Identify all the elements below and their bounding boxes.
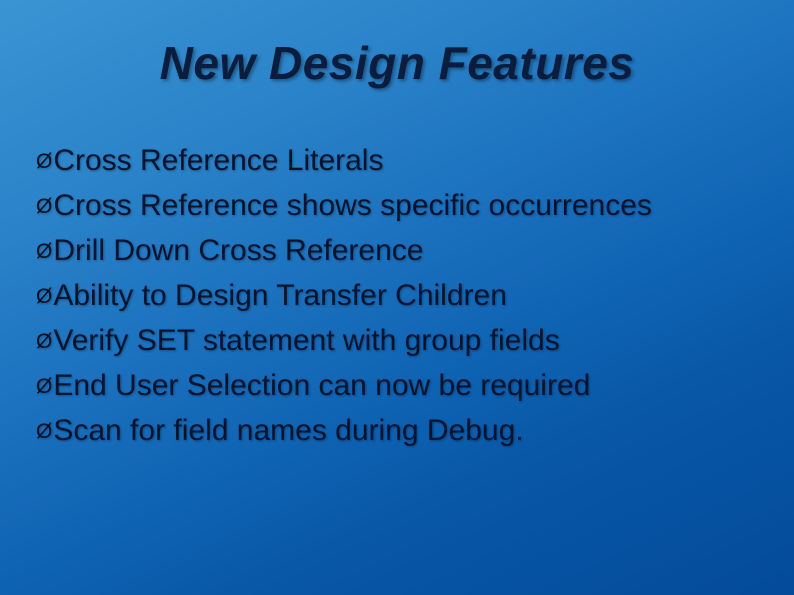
list-item-text: Cross Reference shows specific occurrenc… [53, 189, 652, 222]
list-item-text: Verify SET statement with group fields [53, 324, 559, 357]
list-item: ØAbility to Design Transfer Children [36, 273, 754, 318]
slide-title: New Design Features [0, 36, 794, 90]
list-item: ØScan for field names during Debug. [36, 408, 754, 453]
bullet-icon: Ø [36, 195, 51, 218]
list-item-text: Cross Reference Literals [53, 144, 383, 177]
bullet-icon: Ø [36, 240, 51, 263]
slide-body: ØCross Reference Literals ØCross Referen… [36, 138, 754, 453]
list-item-text: Scan for field names during Debug. [53, 414, 523, 447]
list-item: ØDrill Down Cross Reference [36, 228, 754, 273]
bullet-icon: Ø [36, 285, 51, 308]
bullet-icon: Ø [36, 150, 51, 173]
list-item: ØCross Reference Literals [36, 138, 754, 183]
list-item: ØVerify SET statement with group fields [36, 318, 754, 363]
slide: New Design Features ØCross Reference Lit… [0, 0, 794, 595]
list-item: ØEnd User Selection can now be required [36, 363, 754, 408]
bullet-icon: Ø [36, 330, 51, 353]
bullet-icon: Ø [36, 420, 51, 443]
list-item: ØCross Reference shows specific occurren… [36, 183, 754, 228]
list-item-text: Drill Down Cross Reference [53, 234, 423, 267]
list-item-text: Ability to Design Transfer Children [53, 279, 507, 312]
bullet-icon: Ø [36, 375, 51, 398]
list-item-text: End User Selection can now be required [53, 369, 590, 402]
